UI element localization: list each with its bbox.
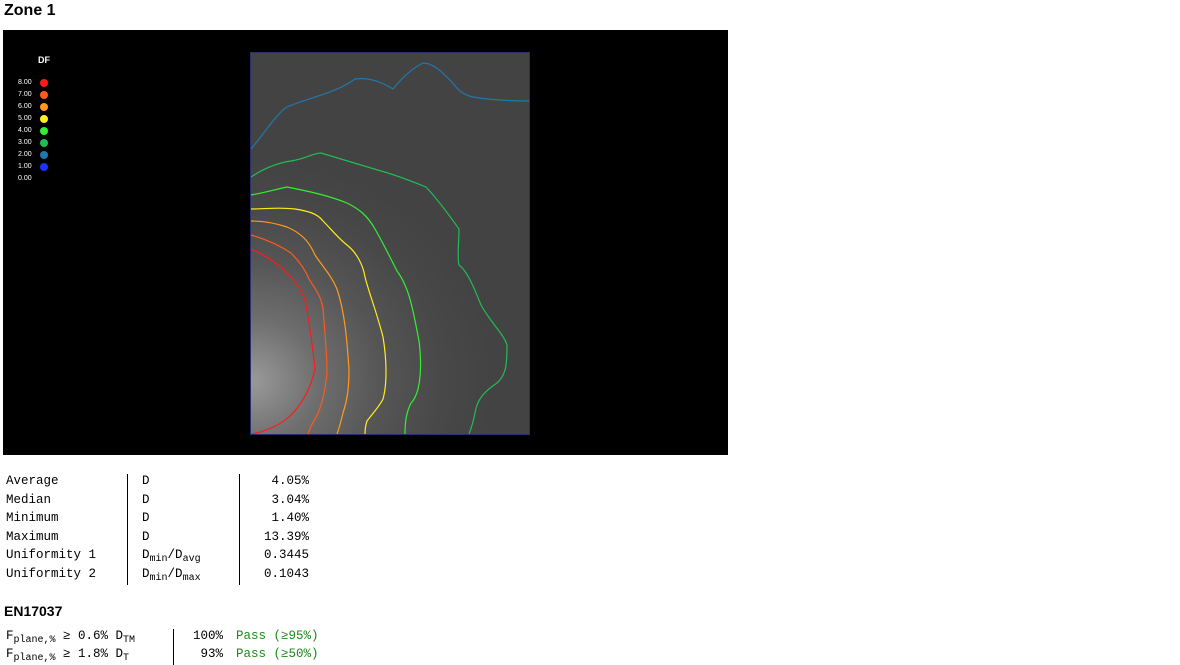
legend-label: 6.00	[18, 103, 32, 110]
stat-value: 0.3445	[239, 548, 312, 567]
en17037-title: EN17037	[4, 603, 63, 619]
en-fsub: plane,%	[13, 635, 56, 646]
legend-item: 1.00	[18, 162, 78, 172]
contour-6	[251, 220, 350, 434]
legend-color-swatch	[40, 151, 48, 159]
stat-value: 13.39%	[239, 529, 312, 548]
stat-sub2: max	[182, 572, 201, 584]
stats-row: Maximum D 13.39%	[3, 529, 312, 548]
legend-item: 5.00	[18, 114, 78, 124]
en-value: 93%	[173, 647, 233, 665]
stats-row: Minimum D 1.40%	[3, 511, 312, 530]
stat-sub1: min	[149, 554, 168, 565]
stat-sym: D	[142, 474, 150, 488]
en-criterion: Fplane,% ≥ 1.8% DT	[3, 647, 174, 665]
legend-item: 6.00	[18, 102, 78, 112]
stat-sym: D	[142, 529, 150, 544]
legend-color-swatch	[40, 103, 48, 111]
en-f: F	[6, 629, 14, 643]
contour-2	[251, 62, 529, 150]
legend-item: 3.00	[18, 138, 78, 148]
stat-symbol: D	[127, 511, 240, 530]
stat-label: Uniformity 2	[6, 566, 97, 581]
stat-symbol: D	[127, 529, 240, 548]
stat-symbol: D	[127, 474, 240, 493]
legend-label: 1.00	[18, 163, 32, 170]
zone-title: Zone 1	[4, 2, 56, 19]
legend-color-swatch	[40, 127, 48, 135]
en-result: Pass (≥95%)	[236, 629, 319, 643]
en-fsub: plane,%	[13, 653, 56, 664]
stat-label: Uniformity 1	[6, 548, 97, 562]
stat-label: Average	[6, 474, 59, 488]
legend-item: 4.00	[18, 126, 78, 136]
legend-item: 7.00	[18, 90, 78, 100]
stats-row: Average D 4.05%	[3, 474, 312, 493]
legend-item: 8.00	[18, 78, 78, 88]
en-csub: T	[123, 653, 130, 664]
stat-sym: D	[142, 511, 150, 525]
stat-sym: D	[142, 566, 150, 581]
legend-item: 0.00	[18, 174, 78, 184]
stat-symbol: D	[127, 492, 240, 511]
en-csub: TM	[123, 635, 136, 646]
contour-3	[251, 152, 508, 434]
daylight-factor-plot: DF 8.00 7.00 6.00 5.00 4.00 3.00 2.00 1.00 0.00	[3, 30, 728, 455]
en-cond: ≥ 1.8% D	[55, 647, 124, 661]
stat-value: 4.05%	[239, 474, 312, 493]
stat-sym2: D	[175, 548, 183, 562]
stat-mid: /	[167, 566, 176, 581]
stat-label: Median	[6, 492, 52, 507]
stat-symbol: Dmin/Dmax	[127, 566, 240, 585]
en-f: F	[6, 647, 14, 661]
legend-label: 4.00	[18, 127, 32, 134]
legend-item: 2.00	[18, 150, 78, 160]
legend-color-swatch	[40, 163, 48, 171]
stats-row: Uniformity 1 Dmin/Davg 0.3445	[3, 548, 312, 567]
legend-label: 8.00	[18, 79, 32, 86]
contour-7	[251, 234, 328, 434]
room-plan	[250, 52, 530, 435]
contour-lines	[251, 62, 529, 434]
legend-color-swatch	[40, 139, 48, 147]
contour-8	[251, 248, 316, 434]
stat-sym: D	[142, 492, 150, 507]
legend-label: 3.00	[18, 139, 32, 146]
stat-sub2: avg	[182, 554, 201, 565]
legend-label: 5.00	[18, 115, 32, 122]
stat-sub1: min	[149, 572, 168, 584]
stat-symbol: Dmin/Davg	[127, 548, 240, 567]
stat-mid: /	[167, 548, 176, 562]
legend-color-swatch	[40, 79, 48, 87]
legend-label: 2.00	[18, 151, 32, 158]
legend-label: 0.00	[18, 175, 32, 182]
stat-value: 0.1043	[239, 566, 312, 585]
stat-sym: D	[142, 548, 150, 562]
statistics-table: Average D 4.05% Median D 3.04% Minimum D 1.40% Ma…	[3, 474, 312, 585]
en17037-row: Fplane,% ≥ 1.8% DT 93% Pass (≥50%)	[3, 647, 322, 665]
stat-label: Minimum	[6, 511, 59, 525]
en-result: Pass (≥50%)	[236, 647, 319, 661]
en-value: 100%	[173, 629, 233, 647]
stat-sym2: D	[175, 566, 183, 581]
stat-value: 3.04%	[239, 492, 312, 511]
en-cond: ≥ 0.6% D	[55, 629, 124, 643]
legend-label: 7.00	[18, 91, 32, 98]
legend-color-swatch	[40, 115, 48, 123]
stats-row: Median D 3.04%	[3, 492, 312, 511]
en17037-table: Fplane,% ≥ 0.6% DTM 100% Pass (≥95%) Fplane…	[3, 629, 322, 665]
en-criterion: Fplane,% ≥ 0.6% DTM	[3, 629, 174, 647]
stat-label: Maximum	[6, 529, 59, 544]
legend-title: DF	[38, 55, 50, 65]
legend-color-swatch	[40, 91, 48, 99]
en17037-row: Fplane,% ≥ 0.6% DTM 100% Pass (≥95%)	[3, 629, 322, 647]
stats-row: Uniformity 2 Dmin/Dmax 0.1043	[3, 566, 312, 585]
stat-value: 1.40%	[239, 511, 312, 530]
